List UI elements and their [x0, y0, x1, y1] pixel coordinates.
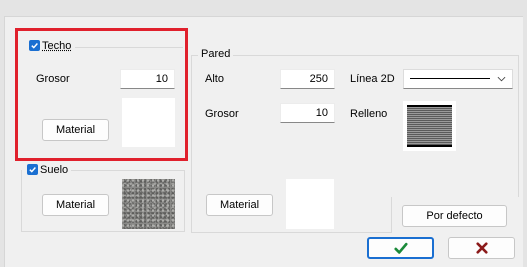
cancel-button[interactable] [448, 237, 515, 259]
relleno-swatch[interactable] [403, 101, 456, 151]
pared-relleno-label: Relleno [350, 108, 388, 120]
relleno-pattern [407, 105, 452, 147]
ok-button[interactable] [367, 237, 434, 259]
pared-grosor-input[interactable]: 10 [280, 103, 335, 123]
pared-material-swatch[interactable] [286, 179, 334, 229]
check-icon [394, 242, 408, 254]
dialog: Techo Grosor 10 Material Suelo Material … [4, 16, 523, 267]
techo-highlight-box [15, 28, 188, 161]
pared-grosor-label: Grosor [205, 108, 239, 120]
pared-label: Pared [198, 48, 234, 61]
line-style-preview [410, 78, 490, 79]
chevron-down-icon [497, 76, 506, 82]
por-defecto-button[interactable]: Por defecto [402, 205, 507, 227]
suelo-label[interactable]: Suelo [40, 164, 72, 177]
linea2d-dropdown[interactable] [403, 69, 513, 89]
pared-alto-label: Alto [205, 73, 224, 85]
checkmark-icon [29, 167, 36, 173]
pared-alto-input[interactable]: 250 [280, 69, 335, 89]
suelo-checkbox[interactable] [27, 164, 38, 175]
suelo-material-button[interactable]: Material [42, 194, 109, 216]
x-icon [476, 242, 488, 254]
pared-material-button[interactable]: Material [206, 194, 273, 216]
pared-linea2d-label: Línea 2D [350, 73, 395, 85]
suelo-material-swatch[interactable] [122, 179, 175, 229]
